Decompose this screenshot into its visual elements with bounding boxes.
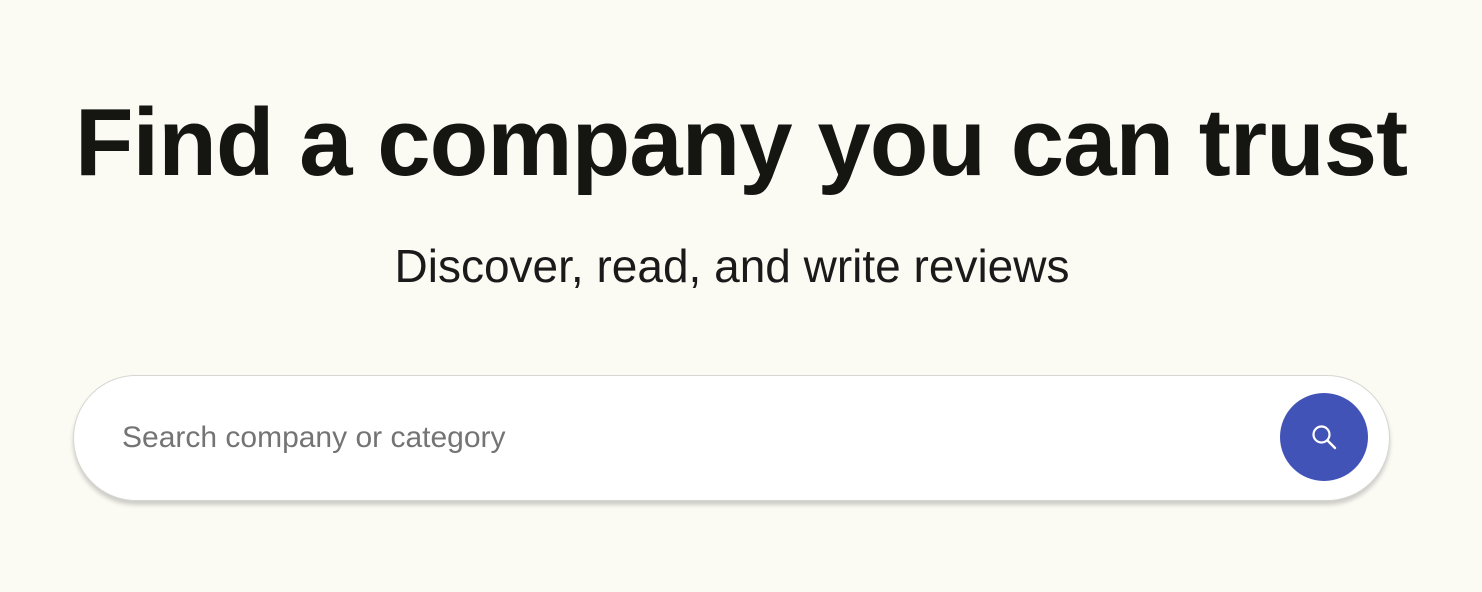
search-button[interactable] xyxy=(1280,393,1368,481)
hero-section: Find a company you can trust Discover, r… xyxy=(0,0,1482,592)
search-icon xyxy=(1312,425,1337,450)
hero-subtitle: Discover, read, and write reviews xyxy=(394,240,1070,292)
search-bar xyxy=(73,375,1390,501)
hero-title: Find a company you can trust xyxy=(74,89,1408,196)
search-input[interactable] xyxy=(122,376,1262,499)
